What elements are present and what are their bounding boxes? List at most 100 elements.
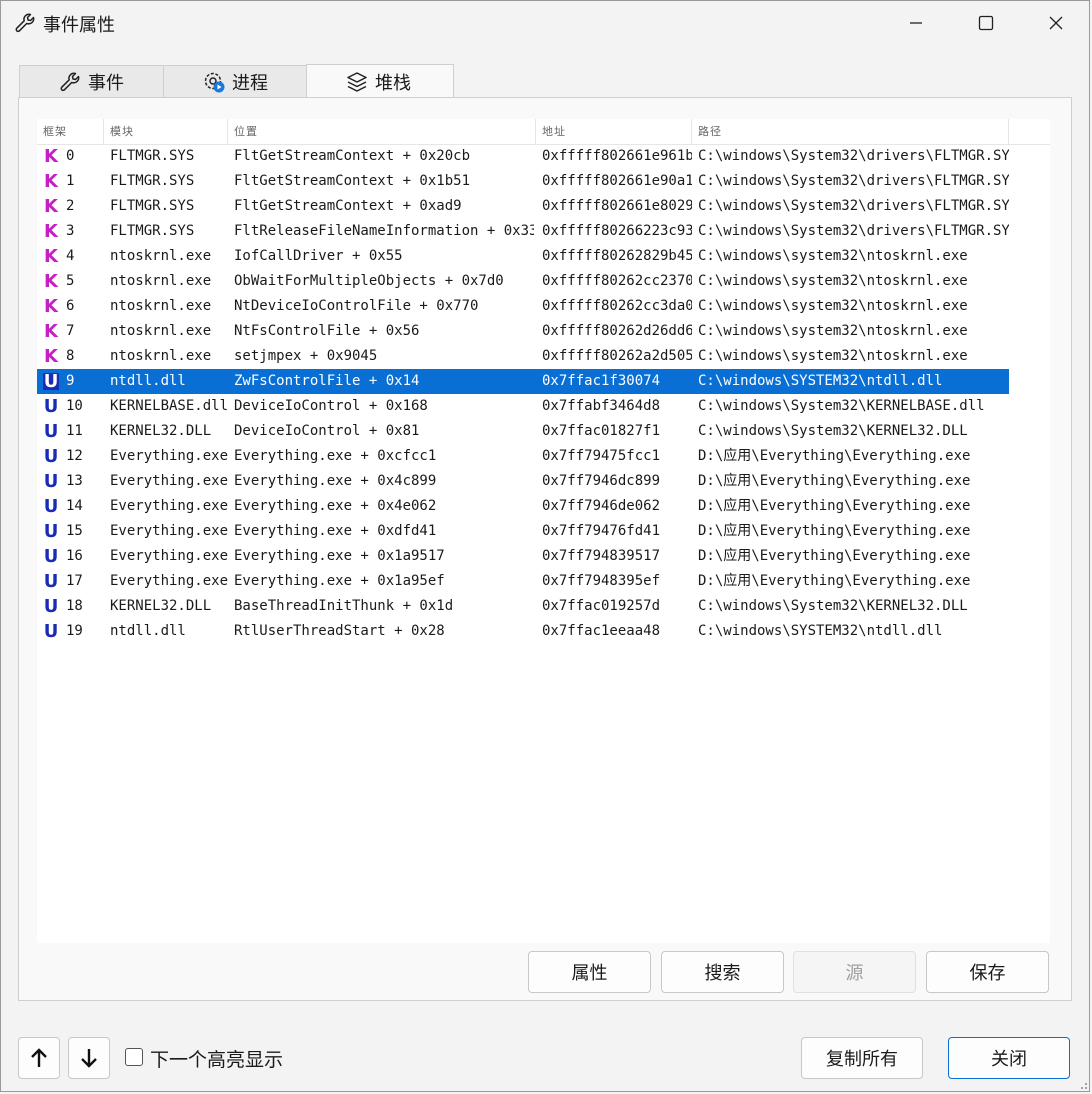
minimize-button[interactable] (881, 1, 951, 45)
stack-frame-row[interactable]: U 12 Everything.exe Everything.exe + 0xcfcc… (37, 444, 1009, 469)
frame-path: D:\应用\Everything\Everything.exe (698, 548, 971, 564)
stack-frame-row[interactable]: K 5 ntoskrnl.exe ObWaitForMultipleObjects +… (37, 269, 1009, 294)
stack-frame-row[interactable]: U 17 Everything.exe Everything.exe + 0x1a95… (37, 569, 1009, 594)
user-mode-icon: U (43, 571, 59, 592)
stack-list[interactable]: 框架 模块 位置 地址 路径 K 0 FLTMGR.SYS FltGetStreamC… (37, 119, 1050, 943)
frame-address: 0xfffff80262cc2370 (542, 273, 692, 289)
user-mode-icon: U (43, 496, 59, 517)
stack-frame-row[interactable]: U 19 ntdll.dll RtlUserThreadStart + 0x28 0x7… (37, 619, 1009, 644)
stack-frame-row[interactable]: K 4 ntoskrnl.exe IofCallDriver + 0x55 0xffff… (37, 244, 1009, 269)
stack-frame-row[interactable]: U 13 Everything.exe Everything.exe + 0x4c89… (37, 469, 1009, 494)
frame-module: FLTMGR.SYS (110, 223, 195, 239)
source-button[interactable]: 源 (793, 951, 916, 993)
stack-frame-row[interactable]: K 7 ntoskrnl.exe NtFsControlFile + 0x56 0xff… (37, 319, 1009, 344)
tab-event[interactable]: 事件 (19, 65, 164, 97)
stack-frame-row[interactable]: U 15 Everything.exe Everything.exe + 0xdfd4… (37, 519, 1009, 544)
search-button[interactable]: 搜索 (661, 951, 784, 993)
frame-module: Everything.exe (110, 473, 228, 489)
close-button[interactable]: 关闭 (948, 1037, 1070, 1079)
frame-path: D:\应用\Everything\Everything.exe (698, 473, 971, 489)
frame-address: 0x7ff7948395ef (542, 573, 661, 589)
stack-frame-row[interactable]: U 10 KERNELBASE.dll DeviceIoControl + 0x168… (37, 394, 1009, 419)
frame-number: 2 (66, 198, 75, 214)
frame-number: 0 (66, 148, 75, 164)
title-bar[interactable]: 事件属性 (1, 1, 1089, 45)
frame-number: 14 (66, 498, 83, 514)
stack-frame-row[interactable]: U 16 Everything.exe Everything.exe + 0x1a95… (37, 544, 1009, 569)
layers-icon (347, 71, 367, 92)
previous-button[interactable] (18, 1037, 60, 1079)
frame-path: C:\windows\system32\ntoskrnl.exe (698, 348, 968, 364)
frame-path: C:\windows\System32\drivers\FLTMGR.SYS (698, 198, 1009, 214)
frame-module: ntdll.dll (110, 373, 186, 389)
frame-path: C:\windows\system32\ntoskrnl.exe (698, 248, 968, 264)
frame-address: 0xfffff802661e8029 (542, 198, 692, 214)
frame-location: ZwFsControlFile + 0x14 (234, 373, 420, 389)
frame-path: D:\应用\Everything\Everything.exe (698, 448, 971, 464)
stack-frame-row[interactable]: K 3 FLTMGR.SYS FltReleaseFileNameInformatio… (37, 219, 1009, 244)
stack-frame-row[interactable]: K 8 ntoskrnl.exe setjmpex + 0x9045 0xfffff80… (37, 344, 1009, 369)
frame-path: D:\应用\Everything\Everything.exe (698, 498, 971, 514)
frame-number: 4 (66, 248, 75, 264)
stack-frame-row[interactable]: U 14 Everything.exe Everything.exe + 0x4e06… (37, 494, 1009, 519)
stack-frame-row[interactable]: U 11 KERNEL32.DLL DeviceIoControl + 0x81 0x7… (37, 419, 1009, 444)
frame-location: FltGetStreamContext + 0xad9 (234, 198, 462, 214)
frame-location: Everything.exe + 0x4c899 (234, 473, 437, 489)
gear-play-icon (204, 72, 225, 92)
next-button[interactable] (68, 1037, 110, 1079)
tab-process[interactable]: 进程 (163, 65, 307, 97)
save-button[interactable]: 保存 (926, 951, 1049, 993)
stack-frame-row[interactable]: U 18 KERNEL32.DLL BaseThreadInitThunk + 0x1… (37, 594, 1009, 619)
kernel-mode-icon: K (44, 196, 58, 217)
stack-frame-row[interactable]: K 0 FLTMGR.SYS FltGetStreamContext + 0x20cb… (37, 144, 1009, 169)
stack-frame-row[interactable]: K 1 FLTMGR.SYS FltGetStreamContext + 0x1b51… (37, 169, 1009, 194)
user-mode-icon: U (43, 396, 59, 417)
frame-location: FltGetStreamContext + 0x1b51 (234, 173, 471, 189)
frame-address: 0x7ffac01827f1 (542, 423, 661, 439)
frame-number: 10 (66, 398, 83, 414)
arrow-up-icon (31, 1048, 47, 1067)
frame-path: C:\windows\System32\KERNEL32.DLL (698, 598, 968, 614)
stack-frame-row[interactable]: K 6 ntoskrnl.exe NtDeviceIoControlFile + 0x… (37, 294, 1009, 319)
frame-address: 0xfffff80262d26dd6 (542, 323, 692, 339)
frame-module: KERNEL32.DLL (110, 423, 212, 439)
stack-frame-row[interactable]: U 9 ntdll.dll ZwFsControlFile + 0x14 0x7ffac… (37, 369, 1009, 394)
tab-stack[interactable]: 堆栈 (306, 64, 454, 98)
column-header-address[interactable]: 地址 (536, 119, 692, 144)
frame-path: C:\windows\System32\drivers\FLTMGR.SYS (698, 173, 1009, 189)
kernel-mode-icon: K (44, 346, 58, 367)
stack-frame-row[interactable]: K 2 FLTMGR.SYS FltGetStreamContext + 0xad9 0… (37, 194, 1009, 219)
user-mode-icon: U (43, 521, 59, 542)
frame-path: D:\应用\Everything\Everything.exe (698, 523, 971, 539)
frame-location: NtFsControlFile + 0x56 (234, 323, 420, 339)
user-mode-icon: U (43, 471, 59, 492)
frame-path: C:\windows\SYSTEM32\ntdll.dll (698, 623, 943, 639)
frame-location: BaseThreadInitThunk + 0x1d (234, 598, 454, 614)
frame-location: NtDeviceIoControlFile + 0x770 (234, 298, 479, 314)
column-header-location[interactable]: 位置 (228, 119, 536, 144)
frame-module: FLTMGR.SYS (110, 148, 195, 164)
resize-grip-icon[interactable] (1076, 1078, 1088, 1090)
frame-address: 0x7ffac019257d (542, 598, 661, 614)
frame-path: C:\windows\system32\ntoskrnl.exe (698, 298, 968, 314)
kernel-mode-icon: K (44, 296, 58, 317)
frame-path: C:\windows\system32\ntoskrnl.exe (698, 273, 968, 289)
user-mode-icon: U (43, 546, 59, 567)
kernel-mode-icon: K (44, 271, 58, 292)
frame-number: 17 (66, 573, 83, 589)
properties-button[interactable]: 属性 (528, 951, 651, 993)
close-window-button[interactable] (1021, 1, 1091, 45)
copy-all-button[interactable]: 复制所有 (801, 1037, 923, 1079)
frame-location: FltReleaseFileNameInformation + 0x333 (234, 223, 534, 239)
column-header-module[interactable]: 模块 (104, 119, 228, 144)
column-header-path[interactable]: 路径 (692, 119, 1009, 144)
highlight-next-checkbox[interactable] (125, 1048, 143, 1066)
highlight-next-label[interactable]: 下一个高亮显示 (150, 1045, 283, 1072)
column-header-frame[interactable]: 框架 (37, 119, 104, 144)
frame-module: Everything.exe (110, 448, 228, 464)
maximize-button[interactable] (951, 1, 1021, 45)
frame-address: 0x7ff794839517 (542, 548, 661, 564)
wrench-icon (15, 13, 35, 33)
frame-module: Everything.exe (110, 573, 228, 589)
frame-address: 0x7ff79476fd41 (542, 523, 661, 539)
